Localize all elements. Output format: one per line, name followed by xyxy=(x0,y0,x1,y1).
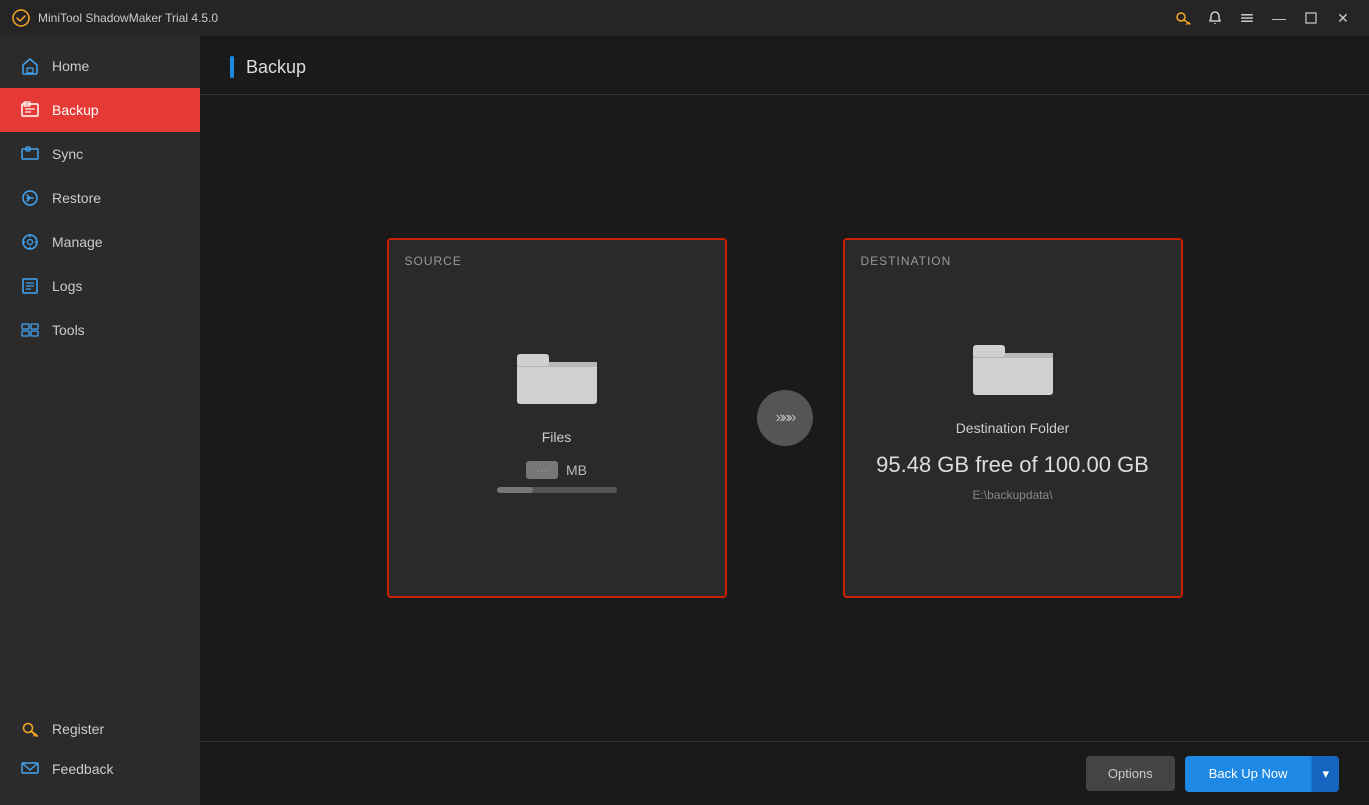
backup-area: SOURCE Files ··· MB »»» xyxy=(200,95,1369,741)
sidebar-item-feedback[interactable]: Feedback xyxy=(0,749,200,789)
destination-label: DESTINATION xyxy=(861,254,952,268)
destination-type-label: Destination Folder xyxy=(956,420,1070,436)
destination-free-space: 95.48 GB free of 100.00 GB xyxy=(876,452,1149,478)
notification-icon-btn[interactable] xyxy=(1201,4,1229,32)
window-controls: — ✕ xyxy=(1169,4,1357,32)
key-icon-btn[interactable] xyxy=(1169,4,1197,32)
sidebar-item-feedback-label: Feedback xyxy=(52,761,113,777)
sync-icon xyxy=(20,144,40,164)
menu-icon-btn[interactable] xyxy=(1233,4,1261,32)
register-icon xyxy=(20,719,40,739)
feedback-icon xyxy=(20,759,40,779)
sidebar-item-tools-label: Tools xyxy=(52,322,85,338)
sidebar: Home Backup xyxy=(0,36,200,805)
sidebar-item-register-label: Register xyxy=(52,721,104,737)
backup-icon xyxy=(20,100,40,120)
source-size-bar xyxy=(497,487,617,493)
page-header-accent xyxy=(230,56,234,78)
backup-now-button[interactable]: Back Up Now xyxy=(1185,756,1312,792)
home-icon xyxy=(20,56,40,76)
source-type-label: Files xyxy=(542,429,572,445)
sidebar-bottom: Register Feedback xyxy=(0,709,200,805)
footer-bar: Options Back Up Now ▾ xyxy=(200,741,1369,805)
close-button[interactable]: ✕ xyxy=(1329,4,1357,32)
sidebar-item-sync[interactable]: Sync xyxy=(0,132,200,176)
titlebar: MiniTool ShadowMaker Trial 4.5.0 xyxy=(0,0,1369,36)
sidebar-item-backup[interactable]: Backup xyxy=(0,88,200,132)
sidebar-item-manage-label: Manage xyxy=(52,234,103,250)
source-size-text: MB xyxy=(566,462,587,478)
backup-dropdown-arrow-icon: ▾ xyxy=(1322,766,1329,781)
tools-icon xyxy=(20,320,40,340)
sidebar-item-register[interactable]: Register xyxy=(0,709,200,749)
source-card[interactable]: SOURCE Files ··· MB xyxy=(387,238,727,598)
sidebar-item-logs-label: Logs xyxy=(52,278,82,294)
destination-path: E:\backupdata\ xyxy=(972,488,1052,502)
maximize-button[interactable] xyxy=(1297,4,1325,32)
source-size-prefix: ··· xyxy=(526,461,558,479)
sidebar-item-restore-label: Restore xyxy=(52,190,101,206)
app-logo-icon xyxy=(12,9,30,27)
page-header: Backup xyxy=(200,36,1369,95)
source-size: ··· MB xyxy=(526,461,587,479)
minimize-button[interactable]: — xyxy=(1265,4,1293,32)
sidebar-item-home[interactable]: Home xyxy=(0,44,200,88)
main-layout: Home Backup xyxy=(0,36,1369,805)
page-title: Backup xyxy=(246,57,306,78)
backup-now-dropdown-button[interactable]: ▾ xyxy=(1311,756,1339,792)
options-button[interactable]: Options xyxy=(1086,756,1175,791)
sidebar-item-manage[interactable]: Manage xyxy=(0,220,200,264)
source-size-bar-fill xyxy=(497,487,533,493)
content-area: Backup SOURCE Files ··· MB xyxy=(200,36,1369,805)
sidebar-nav: Home Backup xyxy=(0,36,200,709)
logs-icon xyxy=(20,276,40,296)
arrow-indicator: »»» xyxy=(757,390,813,446)
backup-now-group: Back Up Now ▾ xyxy=(1185,756,1339,792)
sidebar-item-sync-label: Sync xyxy=(52,146,83,162)
restore-icon xyxy=(20,188,40,208)
app-title: MiniTool ShadowMaker Trial 4.5.0 xyxy=(38,11,1169,25)
sidebar-item-backup-label: Backup xyxy=(52,102,99,118)
destination-folder-icon xyxy=(973,335,1053,400)
sidebar-item-restore[interactable]: Restore xyxy=(0,176,200,220)
source-folder-icon xyxy=(517,344,597,409)
source-label: SOURCE xyxy=(405,254,462,268)
sidebar-item-tools[interactable]: Tools xyxy=(0,308,200,352)
manage-icon xyxy=(20,232,40,252)
arrow-chevrons: »»» xyxy=(776,409,794,427)
sidebar-item-home-label: Home xyxy=(52,58,89,74)
sidebar-item-logs[interactable]: Logs xyxy=(0,264,200,308)
destination-card[interactable]: DESTINATION Destination Folder 95.48 GB … xyxy=(843,238,1183,598)
